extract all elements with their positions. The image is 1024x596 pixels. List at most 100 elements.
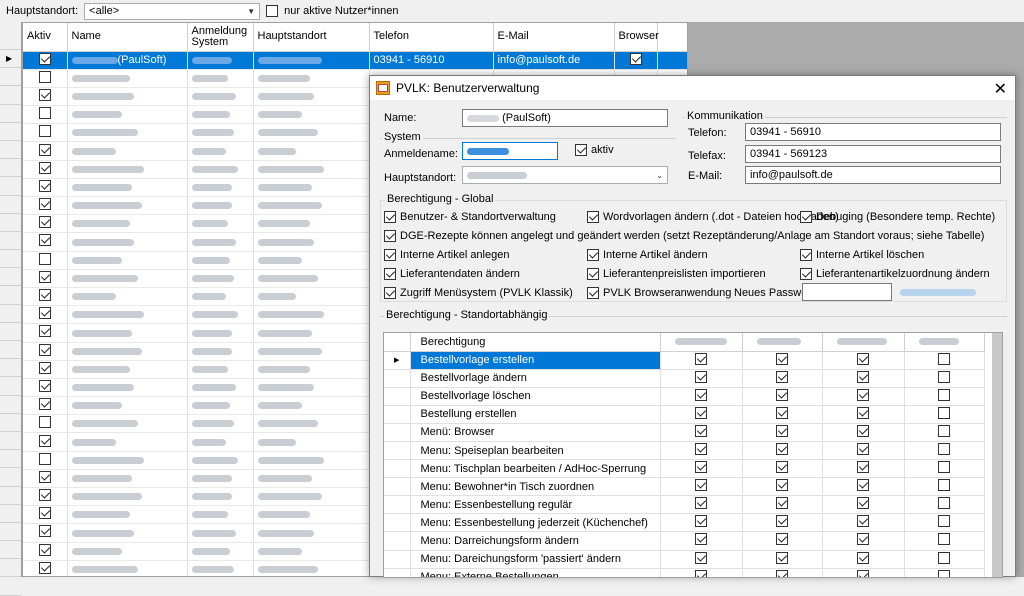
permission-checkbox[interactable] [695, 443, 707, 456]
aktiv-checkbox[interactable] [38, 88, 51, 101]
aktiv-cell[interactable] [23, 542, 68, 561]
aktiv-cell[interactable] [23, 123, 68, 143]
active-users-checkbox[interactable] [266, 5, 279, 17]
permission-checkbox[interactable] [857, 497, 869, 510]
permission-checkbox[interactable] [938, 515, 950, 528]
row-header[interactable] [0, 414, 21, 432]
permission-value-cell[interactable] [904, 387, 985, 406]
permission-value-cell[interactable] [822, 513, 905, 533]
row-header[interactable] [384, 513, 411, 533]
global-permission-item[interactable]: Interne Artikel löschen [800, 249, 924, 261]
permission-value-cell[interactable] [742, 477, 823, 497]
permission-checkbox[interactable] [800, 268, 812, 280]
email-field[interactable]: info@paulsoft.de [745, 166, 1001, 184]
permission-value-cell[interactable] [742, 531, 823, 551]
permission-checkbox[interactable] [776, 515, 788, 528]
permission-value-cell[interactable] [822, 369, 905, 388]
aktiv-checkbox[interactable] [38, 416, 51, 429]
table-row[interactable]: Menu: Darreichungsform ändern [384, 531, 985, 551]
aktiv-cell[interactable] [23, 51, 68, 70]
column-header[interactable]: Anmeldung System [187, 23, 254, 52]
column-header[interactable]: E-Mail [493, 23, 615, 52]
table-row[interactable]: Menu: Dareichungsform 'passiert' ändern [384, 550, 985, 569]
permission-checkbox[interactable] [776, 352, 788, 365]
aktiv-cell[interactable] [23, 105, 68, 125]
aktiv-checkbox[interactable] [38, 107, 51, 120]
row-header[interactable] [384, 459, 411, 479]
row-header[interactable] [0, 487, 21, 505]
aktiv-cell[interactable] [23, 378, 68, 398]
column-header[interactable]: Browser [614, 23, 659, 52]
permission-value-cell[interactable] [660, 459, 743, 479]
table-row[interactable]: Menu: Tischplan bearbeiten / AdHoc-Sperr… [384, 459, 985, 479]
permission-checkbox[interactable] [857, 388, 869, 401]
permission-checkbox[interactable] [695, 515, 707, 528]
row-header[interactable]: ▶ [0, 50, 21, 69]
row-header[interactable] [0, 123, 21, 141]
permission-checkbox[interactable] [857, 479, 869, 492]
permission-checkbox[interactable] [695, 424, 707, 437]
permission-checkbox[interactable] [695, 406, 707, 419]
location-column-header[interactable] [904, 333, 985, 352]
global-permission-item[interactable]: Lieferantenartikelzuordnung ändern [800, 268, 990, 280]
permission-checkbox[interactable] [857, 406, 869, 419]
permission-value-cell[interactable] [822, 351, 905, 370]
global-permission-item[interactable]: Lieferantendaten ändern [384, 268, 520, 280]
permission-value-cell[interactable] [660, 477, 743, 497]
table-row[interactable]: Menu: Speiseplan bearbeiten [384, 441, 985, 461]
location-column-header[interactable] [660, 333, 743, 352]
aktiv-cell[interactable] [23, 214, 68, 234]
permission-checkbox[interactable] [695, 388, 707, 401]
aktiv-checkbox[interactable] [38, 361, 51, 374]
permission-value-cell[interactable] [660, 513, 743, 533]
row-header[interactable] [384, 441, 411, 461]
permission-value-cell[interactable] [660, 550, 743, 569]
aktiv-cell[interactable] [23, 560, 68, 576]
global-permission-item[interactable]: Debuging (Besondere temp. Rechte) [800, 211, 995, 223]
row-header[interactable] [384, 387, 411, 406]
aktiv-cell[interactable] [23, 396, 68, 416]
permission-checkbox[interactable] [938, 497, 950, 510]
aktiv-checkbox[interactable] [38, 434, 51, 447]
permission-checkbox[interactable] [695, 461, 707, 474]
name-field[interactable]: (PaulSoft) [462, 109, 668, 127]
permission-value-cell[interactable] [904, 369, 985, 388]
aktiv-checkbox[interactable] [38, 125, 51, 138]
aktiv-checkbox[interactable] [38, 398, 51, 411]
permission-value-cell[interactable] [904, 405, 985, 424]
permission-checkbox[interactable] [384, 287, 396, 299]
permission-value-cell[interactable] [742, 405, 823, 424]
aktiv-cell[interactable] [23, 487, 68, 507]
permission-checkbox[interactable] [695, 479, 707, 492]
permission-checkbox[interactable] [776, 479, 788, 492]
browser-checkbox[interactable] [629, 52, 642, 65]
row-header[interactable] [0, 250, 21, 269]
permission-checkbox[interactable] [938, 370, 950, 383]
aktiv-cell[interactable] [23, 360, 68, 379]
browser-cell[interactable] [614, 51, 658, 70]
permission-checkbox[interactable] [857, 461, 869, 474]
permission-value-cell[interactable] [822, 495, 905, 515]
column-header[interactable]: Hauptstandort [253, 23, 370, 52]
aktiv-cell[interactable] [23, 287, 68, 307]
aktiv-checkbox[interactable] [38, 179, 51, 192]
row-header[interactable] [0, 177, 21, 196]
aktiv-checkbox[interactable] [38, 452, 51, 465]
aktiv-checkbox[interactable] [38, 143, 51, 156]
aktiv-cell[interactable] [23, 523, 68, 543]
permission-checkbox[interactable] [776, 388, 788, 401]
row-header[interactable] [0, 359, 21, 378]
aktiv-cell[interactable] [23, 323, 68, 343]
permission-value-cell[interactable] [660, 531, 743, 551]
permission-value-cell[interactable] [742, 423, 823, 442]
telefax-field[interactable]: 03941 - 569123 [745, 145, 1001, 163]
aktiv-checkbox[interactable] [38, 561, 51, 574]
permission-value-cell[interactable] [904, 531, 985, 551]
location-column-header[interactable] [822, 333, 905, 352]
permission-value-cell[interactable] [742, 495, 823, 515]
permission-checkbox[interactable] [938, 461, 950, 474]
aktiv-cell[interactable] [23, 141, 68, 161]
row-header[interactable] [0, 505, 21, 523]
permission-checkbox[interactable] [587, 268, 599, 280]
permission-value-cell[interactable] [822, 531, 905, 551]
